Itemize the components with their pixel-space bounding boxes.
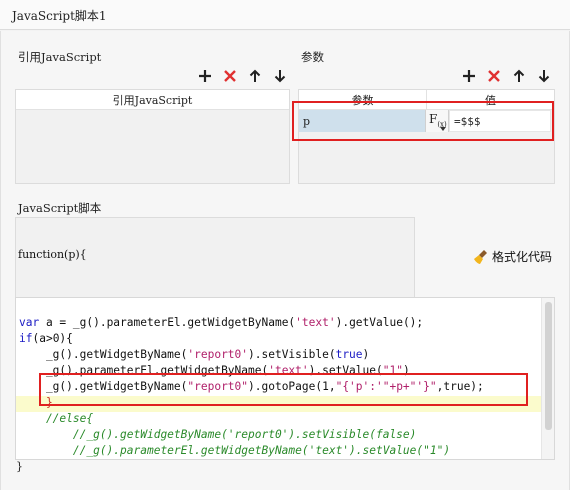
code-l3-a: _g().getWidgetByName( — [19, 348, 188, 361]
window-title: JavaScript脚本1 — [12, 9, 107, 23]
arrow-up-icon — [513, 69, 524, 82]
script-section-title: JavaScript脚本 — [18, 201, 102, 215]
code-l4-str: 'text' — [268, 364, 309, 377]
code-l4-a: _g().parameterEl.getWidgetByName( — [19, 364, 269, 377]
plus-icon — [198, 70, 211, 82]
broom-icon — [474, 249, 487, 264]
code-line-9: //_g().parameterEl.getWidgetByName('text… — [19, 444, 451, 457]
ref-js-toolbar — [192, 66, 292, 86]
params-column-header-value[interactable]: 值 — [426, 90, 554, 110]
code-line-3: _g().getWidgetByName('report0').setVisib… — [19, 347, 369, 363]
code-line-1: var a = _g().parameterEl.getWidgetByName… — [19, 316, 424, 329]
params-toolbar — [456, 66, 556, 86]
code-line-8: //_g().getWidgetByName('report0').setVis… — [19, 428, 417, 441]
code-line-5: _g().getWidgetByName("report0").gotoPage… — [19, 379, 484, 395]
param-delete-button[interactable] — [481, 66, 506, 86]
params-column-header-name[interactable]: 参数 — [299, 90, 426, 110]
code-if: if — [19, 332, 33, 345]
code-l3-b: ).setVisible( — [248, 348, 336, 361]
chevron-down-icon — [440, 127, 446, 131]
param-value-input[interactable]: =$$$ — [449, 110, 551, 132]
editor-scroll-thumb[interactable] — [545, 302, 552, 430]
formula-button[interactable]: F(x) — [425, 110, 449, 132]
ref-move-up-button[interactable] — [242, 66, 267, 86]
param-row: p F(x) =$$$ — [299, 110, 554, 132]
cross-icon — [487, 70, 500, 82]
function-signature: function(p){ — [18, 248, 87, 261]
code-l4-c: ) — [402, 364, 410, 377]
format-code-button[interactable]: 格式化代码 — [473, 248, 552, 265]
ref-js-table: 引用JavaScript — [15, 89, 290, 184]
code-l5-a: _g().getWidgetByName( — [19, 380, 188, 393]
code-l5-str: "report0" — [187, 380, 249, 393]
code-l4-b: ).setValue( — [308, 364, 383, 377]
code-if-cond: (a>0){ — [32, 332, 73, 345]
code-l3-str: 'report0' — [187, 348, 249, 361]
arrow-up-icon — [249, 69, 260, 82]
params-section-title: 参数 — [301, 50, 324, 64]
code-line-2: if(a>0){ — [19, 331, 73, 347]
current-line-highlight — [16, 396, 541, 412]
editor-scrollbar[interactable] — [541, 298, 554, 459]
code-line-6: } — [19, 396, 53, 409]
code-line-7: //else{ — [19, 412, 94, 425]
ref-add-button[interactable] — [192, 66, 217, 86]
ref-delete-button[interactable] — [217, 66, 242, 86]
code-line-4: _g().parameterEl.getWidgetByName('text')… — [19, 363, 410, 379]
arrow-down-icon — [274, 70, 285, 83]
plus-icon — [462, 70, 475, 82]
params-table: 参数 值 p F(x) =$$$ — [298, 89, 555, 184]
ref-js-column-header[interactable]: 引用JavaScript — [16, 90, 289, 110]
ref-js-section-title: 引用JavaScript — [18, 50, 102, 64]
param-add-button[interactable] — [456, 66, 481, 86]
code-l4-str2: "1" — [382, 364, 403, 377]
code-editor[interactable]: var a = _g().parameterEl.getWidgetByName… — [15, 297, 555, 460]
window-titlebar: JavaScript脚本1 — [0, 0, 570, 30]
param-move-down-button[interactable] — [531, 66, 556, 86]
ref-move-down-button[interactable] — [267, 66, 292, 86]
cross-icon — [223, 70, 236, 82]
param-name-cell[interactable]: p — [299, 110, 425, 132]
param-move-up-button[interactable] — [506, 66, 531, 86]
code-l5-c: ,true); — [436, 380, 484, 393]
function-closing-brace: } — [16, 460, 23, 473]
code-l3-c: ) — [362, 348, 370, 361]
code-l5-b: ).gotoPage(1, — [248, 380, 336, 393]
code-l3-kw: true — [335, 348, 363, 361]
format-code-label: 格式化代码 — [492, 250, 553, 264]
code-l5-str2: "{'p':'"+p+"'}" — [335, 380, 437, 393]
arrow-down-icon — [538, 70, 549, 83]
